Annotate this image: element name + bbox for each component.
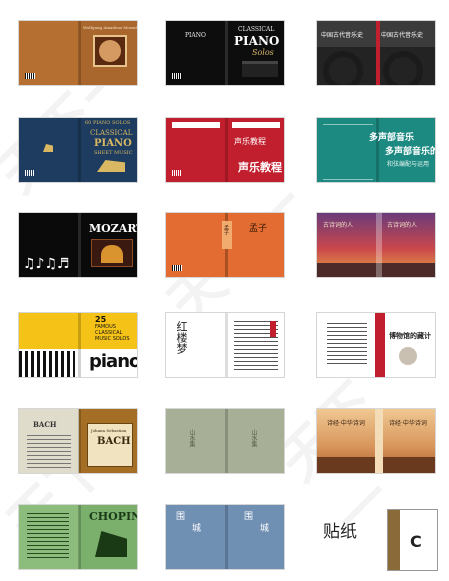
piano-icon	[43, 144, 53, 152]
book-cover-landscape[interactable]: 诗经·中华诗词 诗经·中华诗词	[316, 408, 436, 474]
text-block	[327, 323, 367, 367]
barcode	[25, 170, 35, 176]
barcode	[172, 170, 182, 176]
cover-title: CHOPIN	[89, 510, 138, 523]
cover-title: BACH	[33, 420, 57, 429]
cover-title: MOZART	[89, 222, 137, 235]
sticker-sample[interactable]: C	[387, 509, 438, 571]
spine-band	[375, 313, 385, 377]
barcode	[172, 73, 182, 79]
cover-subtitle: Solos	[252, 48, 274, 57]
cover-title: MUSIC SOLOS	[95, 336, 130, 342]
spine-band	[375, 409, 383, 473]
cover-title: 声乐教程	[234, 137, 266, 146]
cover-medallion	[399, 347, 417, 365]
cover-title: 多声部音乐	[369, 133, 415, 143]
book-cover-chinese-music-history[interactable]: 中国古代音乐史 中国古代音乐史	[316, 20, 436, 86]
cover-band	[232, 122, 280, 128]
book-cover-chopin[interactable]: CHOPIN	[18, 504, 138, 570]
text-block	[27, 513, 69, 561]
barcode	[25, 73, 35, 79]
book-cover-famous-solos[interactable]: 25 FAMOUS CLASSICAL MUSIC SOLOS piano	[18, 312, 138, 378]
cover-title: 孟子	[249, 224, 268, 234]
cover-title: 红楼梦	[175, 321, 188, 354]
portrait-figure	[99, 40, 121, 62]
cover-wordmark: piano	[89, 351, 138, 372]
book-cover-vocal-course[interactable]: 声乐教程 声乐教程	[165, 117, 285, 183]
cover-circle	[323, 51, 363, 85]
book-cover-museum[interactable]: 博物馆的藏计	[316, 312, 436, 378]
cover-title-small: PIANO	[185, 32, 206, 39]
piano-image	[97, 160, 125, 172]
cover-title-large: PIANO	[94, 138, 132, 149]
cover-circle	[383, 51, 423, 85]
cover-title: 中国古代音乐史	[381, 32, 424, 39]
piano-image	[242, 61, 278, 77]
cover-title: 博物馆的藏计	[389, 332, 431, 340]
stage-image	[101, 245, 123, 263]
book-cover-sheet-music[interactable]: 60 PIANO SOLOS CLASSICAL PIANO SHEET MUS…	[18, 117, 138, 183]
cover-subtitle: Johann Sebastian	[91, 428, 127, 433]
cover-title: 诗经·中华诗词	[389, 420, 427, 427]
book-cover-classical-piano-solos[interactable]: PIANO CLASSICAL PIANO Solos	[165, 20, 285, 86]
book-cover-fortress[interactable]: 围 城 围 城	[165, 504, 285, 570]
cover-title: 山水集	[250, 429, 257, 447]
cover-rule	[323, 124, 373, 180]
piano-keys-image	[19, 351, 75, 377]
book-cover-wolfgang[interactable]: Wolfgang Amadeus Mozart	[18, 20, 138, 86]
cover-subtitle: SHEET MUSIC	[94, 150, 133, 156]
cover-title: 城	[260, 524, 270, 534]
cover-title: CLASSICAL	[238, 26, 275, 33]
sticker-letter: C	[410, 532, 422, 551]
cover-title: 中国古代音乐史	[321, 32, 364, 39]
cover-title-large: 声乐教程	[238, 161, 282, 174]
cover-title: 城	[192, 524, 202, 534]
cover-title-large: BACH	[97, 436, 131, 447]
sticker-band	[388, 510, 400, 570]
book-cover-sage[interactable]: 山水集 山水集	[165, 408, 285, 474]
book-cover-mengzi[interactable]: 孟子 孟子	[165, 212, 285, 278]
cover-band	[172, 122, 220, 128]
product-gallery: 天下一 天下一 天下一 天下一 Wolfgang Amadeus Mozart …	[0, 0, 449, 581]
cover-title-large: PIANO	[234, 34, 280, 48]
cover-subtitle: 和弦编配与运用	[387, 161, 430, 168]
sticker-label: 贴纸	[323, 522, 357, 542]
cover-title: 山水集	[188, 429, 195, 447]
book-cover-bach[interactable]: BACH Johann Sebastian BACH	[18, 408, 138, 474]
cover-title-large: 多声部音乐的	[385, 147, 436, 157]
seal-stamp	[270, 321, 276, 337]
cover-number: 25	[95, 315, 107, 324]
book-cover-mozart[interactable]: MOZART ♫♪♫♬	[18, 212, 138, 278]
book-cover-red-mansions[interactable]: 红楼梦	[165, 312, 285, 378]
cover-title: 诗经·中华诗词	[327, 420, 365, 427]
music-notes-icon: ♫♪♫♬	[23, 256, 70, 272]
cover-title: 古诗词的人	[387, 222, 418, 229]
cover-title: 围	[176, 512, 186, 522]
cover-title: 围	[244, 512, 254, 522]
cover-title: CLASSICAL	[90, 129, 133, 137]
cover-kicker: 60 PIANO SOLOS	[85, 120, 131, 126]
text-block	[27, 435, 71, 469]
book-cover-polyphonic-music[interactable]: 多声部音乐 多声部音乐的 和弦编配与运用	[316, 117, 436, 183]
book-cover-sunset-poetry[interactable]: 古诗词的人 古诗词的人	[316, 212, 436, 278]
spine-title: 孟子	[223, 225, 229, 235]
barcode	[172, 265, 182, 271]
cover-title: 古诗词的人	[323, 222, 354, 229]
cover-title: Wolfgang Amadeus Mozart	[83, 25, 138, 30]
